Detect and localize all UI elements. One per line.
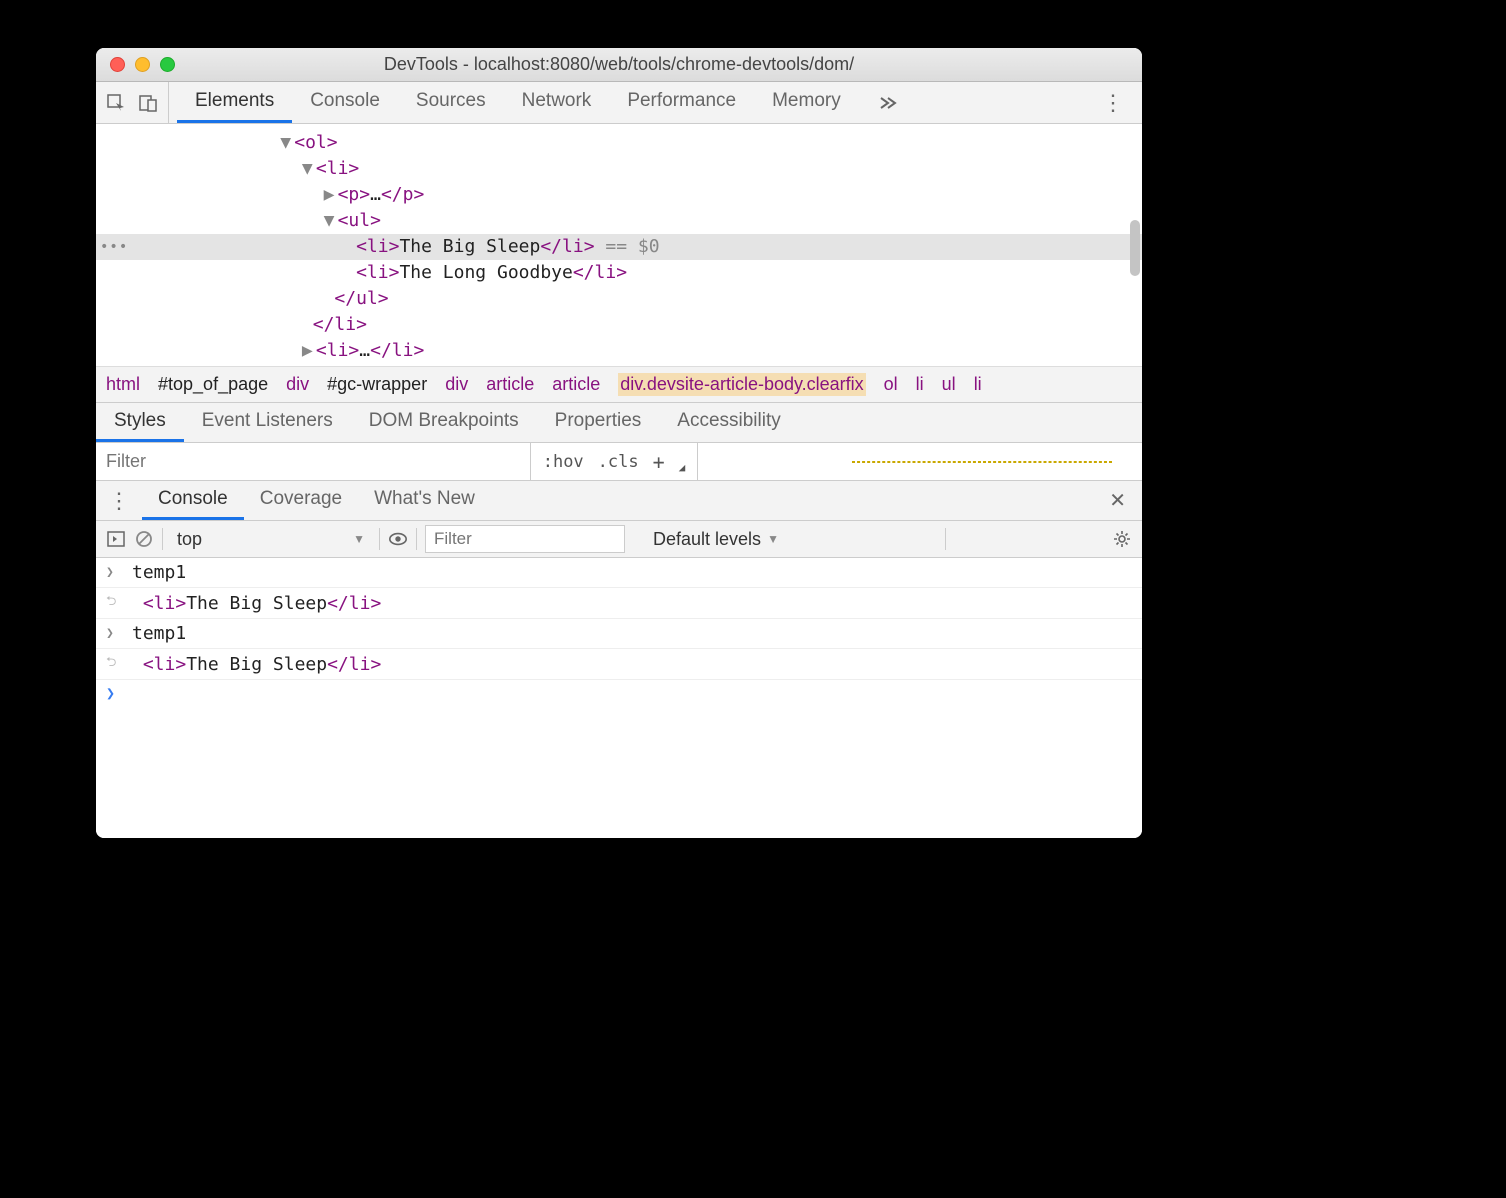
crumb[interactable]: #gc-wrapper bbox=[327, 374, 427, 395]
drawer-tab-coverage[interactable]: Coverage bbox=[244, 481, 358, 520]
scrollbar-thumb[interactable] bbox=[1130, 220, 1140, 276]
tab-sources[interactable]: Sources bbox=[398, 82, 504, 123]
window-title: DevTools - localhost:8080/web/tools/chro… bbox=[96, 54, 1142, 75]
live-expression-icon[interactable] bbox=[388, 529, 408, 549]
styles-filterbar: :hov .cls + ◢ bbox=[96, 442, 1142, 480]
tab-network[interactable]: Network bbox=[504, 82, 610, 123]
more-tabs-icon[interactable] bbox=[869, 96, 907, 110]
crumb[interactable]: li bbox=[974, 374, 982, 395]
console-output[interactable]: ❯ temp1 ⮌ <li>The Big Sleep</li> ❯ temp1… bbox=[96, 558, 1142, 838]
context-select[interactable]: top ▼ bbox=[171, 529, 371, 550]
dom-node[interactable]: ▼<li> bbox=[96, 156, 1142, 182]
dom-node[interactable]: ▼<ul> bbox=[96, 208, 1142, 234]
add-rule-icon[interactable]: + bbox=[649, 448, 669, 476]
subtab-event-listeners[interactable]: Event Listeners bbox=[184, 403, 351, 442]
chevron-down-icon: ▼ bbox=[353, 532, 365, 546]
subtab-dom-breakpoints[interactable]: DOM Breakpoints bbox=[351, 403, 537, 442]
console-toolbar: top ▼ Default levels ▼ bbox=[96, 520, 1142, 558]
device-toggle-icon[interactable] bbox=[138, 93, 158, 113]
crumb[interactable]: li bbox=[916, 374, 924, 395]
subtab-properties[interactable]: Properties bbox=[537, 403, 660, 442]
crumb[interactable]: div bbox=[286, 374, 309, 395]
console-row[interactable]: ⮌ <li>The Big Sleep</li> bbox=[96, 649, 1142, 680]
dom-node[interactable]: </ul> bbox=[96, 286, 1142, 312]
traffic-lights bbox=[110, 57, 175, 72]
subtab-styles[interactable]: Styles bbox=[96, 403, 184, 442]
tab-performance[interactable]: Performance bbox=[609, 82, 754, 123]
toolbar-left bbox=[96, 82, 169, 123]
cls-toggle[interactable]: .cls bbox=[594, 450, 643, 474]
console-filter-input[interactable] bbox=[425, 525, 625, 553]
styles-filter-input[interactable] bbox=[96, 443, 531, 480]
crumb-active[interactable]: div.devsite-article-body.clearfix bbox=[618, 373, 865, 396]
inspect-icon[interactable] bbox=[106, 93, 126, 113]
dom-node[interactable]: ▶<p>…</p> bbox=[96, 182, 1142, 208]
prompt-caret-icon: ❯ bbox=[106, 684, 122, 702]
styles-subtabs: Styles Event Listeners DOM Breakpoints P… bbox=[96, 402, 1142, 442]
log-levels-select[interactable]: Default levels ▼ bbox=[653, 529, 779, 550]
console-settings-icon[interactable] bbox=[1112, 529, 1132, 549]
clear-console-icon[interactable] bbox=[134, 529, 154, 549]
kebab-menu-icon[interactable]: ⋮ bbox=[1084, 90, 1142, 116]
crumb[interactable]: ol bbox=[884, 374, 898, 395]
expand-icon[interactable]: ◢ bbox=[675, 459, 690, 476]
tab-console[interactable]: Console bbox=[292, 82, 398, 123]
drawer-kebab-icon[interactable]: ⋮ bbox=[96, 488, 142, 514]
main-tabs: Elements Console Sources Network Perform… bbox=[177, 82, 859, 123]
titlebar: DevTools - localhost:8080/web/tools/chro… bbox=[96, 48, 1142, 82]
breadcrumb: html #top_of_page div #gc-wrapper div ar… bbox=[96, 366, 1142, 402]
console-row[interactable]: ❯ temp1 bbox=[96, 558, 1142, 588]
output-caret-icon: ⮌ bbox=[106, 653, 122, 675]
console-row[interactable]: ⮌ <li>The Big Sleep</li> bbox=[96, 588, 1142, 619]
dom-tree-panel[interactable]: ▼<ol> ▼<li> ▶<p>…</p> ▼<ul> ••• <li>The … bbox=[96, 124, 1142, 366]
main-tabbar: Elements Console Sources Network Perform… bbox=[96, 82, 1142, 124]
dom-node-selected[interactable]: ••• <li>The Big Sleep</li> == $0 bbox=[96, 234, 1142, 260]
crumb[interactable]: article bbox=[486, 374, 534, 395]
drawer-tab-whatsnew[interactable]: What's New bbox=[358, 481, 491, 520]
drawer-tabbar: ⋮ Console Coverage What's New ✕ bbox=[96, 480, 1142, 520]
input-caret-icon: ❯ bbox=[106, 626, 122, 641]
close-window-button[interactable] bbox=[110, 57, 125, 72]
crumb[interactable]: html bbox=[106, 374, 140, 395]
tab-elements[interactable]: Elements bbox=[177, 82, 292, 123]
chevron-down-icon: ▼ bbox=[767, 532, 779, 546]
dom-node[interactable]: <li>The Long Goodbye</li> bbox=[96, 260, 1142, 286]
dom-node[interactable]: </li> bbox=[96, 312, 1142, 338]
console-row[interactable]: ❯ temp1 bbox=[96, 619, 1142, 649]
ellipsis-icon[interactable]: ••• bbox=[100, 234, 128, 260]
subtab-accessibility[interactable]: Accessibility bbox=[659, 403, 798, 442]
crumb[interactable]: #top_of_page bbox=[158, 374, 268, 395]
minimize-window-button[interactable] bbox=[135, 57, 150, 72]
close-drawer-icon[interactable]: ✕ bbox=[1093, 488, 1142, 513]
console-sidebar-toggle-icon[interactable] bbox=[106, 529, 126, 549]
hov-toggle[interactable]: :hov bbox=[539, 450, 588, 474]
crumb[interactable]: ul bbox=[942, 374, 956, 395]
styles-toggles: :hov .cls + ◢ bbox=[531, 443, 699, 480]
zoom-window-button[interactable] bbox=[160, 57, 175, 72]
dom-node[interactable]: ▶<li>…</li> bbox=[96, 338, 1142, 364]
crumb[interactable]: article bbox=[552, 374, 600, 395]
console-prompt[interactable]: ❯ bbox=[96, 680, 1142, 706]
devtools-window: DevTools - localhost:8080/web/tools/chro… bbox=[96, 48, 1142, 838]
output-caret-icon: ⮌ bbox=[106, 592, 122, 614]
dom-node[interactable]: ▼<ol> bbox=[96, 130, 1142, 156]
drawer-tab-console[interactable]: Console bbox=[142, 481, 244, 520]
styles-empty bbox=[698, 443, 1142, 480]
tab-memory[interactable]: Memory bbox=[754, 82, 859, 123]
input-caret-icon: ❯ bbox=[106, 565, 122, 580]
crumb[interactable]: div bbox=[445, 374, 468, 395]
